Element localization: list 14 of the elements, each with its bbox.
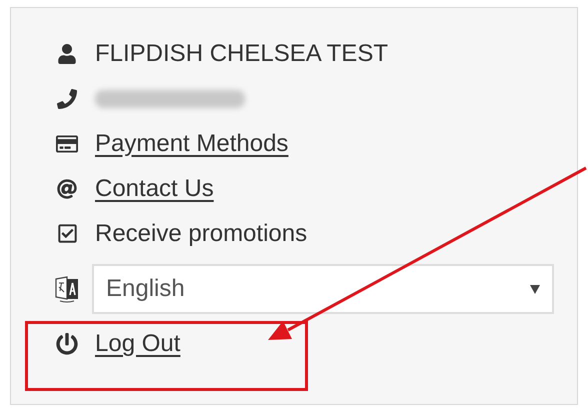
promotions-label: Receive promotions xyxy=(95,218,308,248)
user-icon xyxy=(57,44,77,64)
credit-card-icon xyxy=(56,132,78,154)
translate-icon xyxy=(54,275,80,303)
phone-icon xyxy=(57,88,77,108)
account-link[interactable]: Contact Us xyxy=(95,170,214,206)
language-select[interactable]: English xyxy=(92,264,554,314)
power-icon xyxy=(56,333,78,355)
dropdown-caret-icon xyxy=(530,284,540,294)
account-link[interactable]: Payment Methods xyxy=(95,126,288,162)
logout-link[interactable]: Log Out xyxy=(95,326,180,362)
account-name: FLIPDISH CHELSEA TEST xyxy=(95,38,388,68)
at-sign-icon xyxy=(57,178,77,198)
checkbox-icon[interactable] xyxy=(56,223,78,244)
